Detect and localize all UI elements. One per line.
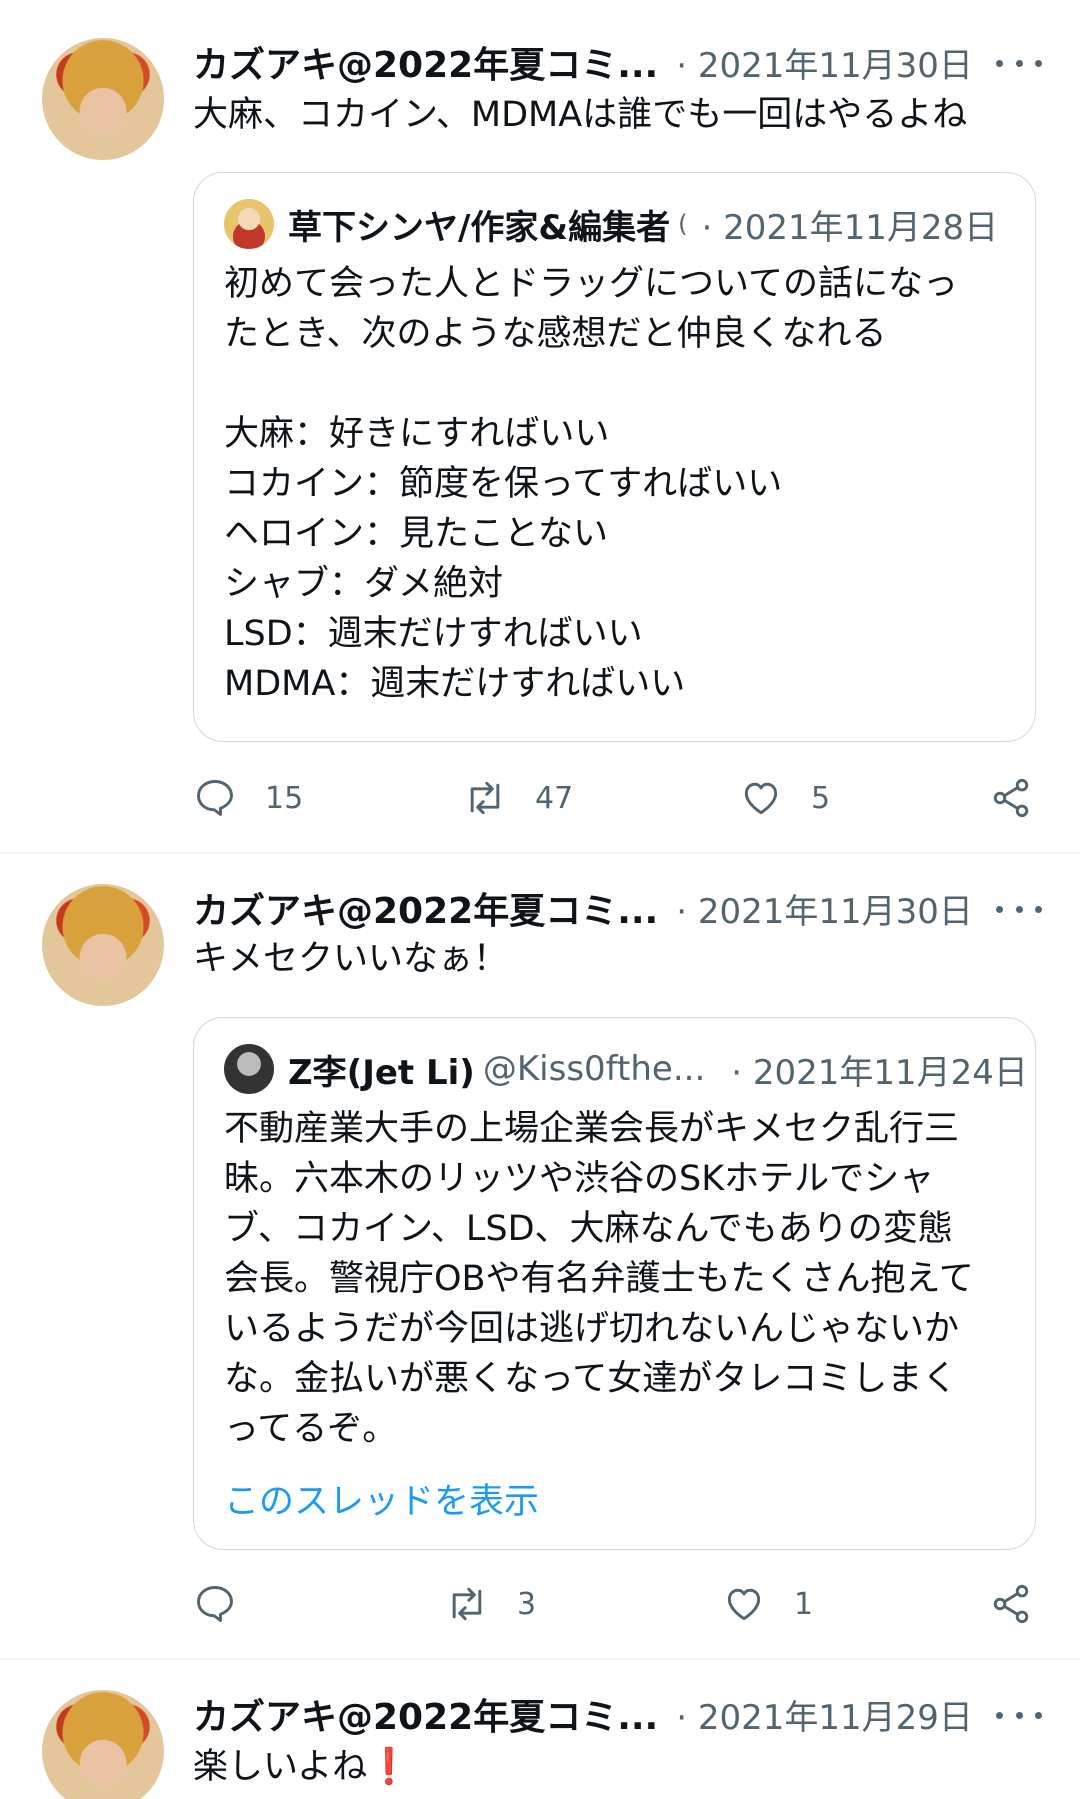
retweet-button[interactable]: 3 (445, 1574, 536, 1634)
author-name[interactable]: カズアキ@2022年夏コミ... (193, 36, 658, 88)
more-icon[interactable] (996, 1700, 1042, 1730)
share-button[interactable] (989, 768, 1033, 828)
heart-icon (727, 1588, 761, 1621)
share-button[interactable] (989, 1574, 1033, 1634)
retweet-count: 3 (517, 1586, 537, 1622)
quoted-tweet[interactable]: 草下シンヤ/作家&編集者 ( · 2021年11月28日 初めて会った人とドラッ… (193, 172, 1036, 742)
tweet-text: キメセクいいなぁ！ (193, 939, 509, 979)
tweet[interactable]: カズアキ@2022年夏コミ... · 2021年11月29日 楽しいよね❗ (0, 1660, 1080, 1799)
author-avatar[interactable] (42, 38, 164, 160)
author-name[interactable]: カズアキ@2022年夏コミ... (193, 882, 658, 934)
quoted-author-handle: @Kiss0fthe... (482, 1049, 706, 1089)
quoted-author-name: 草下シンヤ/作家&編集者 (288, 207, 671, 248)
tweet-text: 楽しいよね❗ (193, 1747, 411, 1787)
quoted-author-avatar[interactable] (224, 199, 274, 249)
quoted-line (224, 359, 958, 409)
author-name[interactable]: カズアキ@2022年夏コミ... (193, 1688, 658, 1740)
tweet-header: カズアキ@2022年夏コミ... · 2021年11月30日 (193, 884, 973, 932)
heart-icon (744, 782, 778, 815)
quoted-line: いるようだが今回は逃げ切れないんじゃないか (224, 1309, 960, 1349)
tweet-actions: 3 1 (193, 1574, 1036, 1634)
quoted-line: 会長。警視庁OBや有名弁護士もたくさん抱えて (224, 1259, 974, 1299)
quoted-line: 大麻：好きにすればいい (224, 414, 610, 454)
quoted-header: 草下シンヤ/作家&編集者 ( · 2021年11月28日 (224, 199, 999, 249)
reply-button[interactable] (193, 1574, 265, 1634)
share-icon (993, 778, 1029, 818)
quoted-line: 昧。六本木のリッツや渋谷のSKホテルでシャ (224, 1159, 935, 1199)
quoted-date: · 2021年11月28日 (701, 207, 999, 248)
like-button[interactable]: 1 (722, 1574, 813, 1634)
quoted-author-name: Z李(Jet Li) (288, 1052, 475, 1093)
retweet-icon (452, 1587, 482, 1621)
tweet-header: カズアキ@2022年夏コミ... · 2021年11月30日 (193, 38, 973, 86)
quoted-line: ってるぞ。 (224, 1409, 398, 1449)
share-icon (993, 1584, 1029, 1624)
quoted-author-handle: ( (678, 210, 688, 238)
like-count: 5 (811, 780, 831, 816)
quoted-tweet[interactable]: Z李(Jet Li) @Kiss0fthe... · 2021年11月24日 不… (193, 1017, 1036, 1550)
tweet-date[interactable]: · 2021年11月30日 (676, 38, 973, 87)
quoted-header: Z李(Jet Li) @Kiss0fthe... · 2021年11月24日 (224, 1044, 1028, 1094)
like-button[interactable]: 5 (739, 768, 830, 828)
author-avatar[interactable] (42, 884, 164, 1006)
show-thread-link[interactable]: このスレッドを表示 (224, 1473, 539, 1524)
quoted-line: シャブ：ダメ絶対 (224, 564, 503, 604)
quoted-line: LSD：週末だけすればいい (224, 614, 643, 654)
quoted-author-avatar[interactable] (224, 1044, 274, 1094)
quoted-line: ヘロイン：見たことない (224, 514, 608, 554)
retweet-button[interactable]: 47 (463, 768, 573, 828)
more-icon[interactable] (996, 894, 1042, 924)
quoted-text: 初めて会った人とドラッグについての話になっ たとき、次のような感想だと仲良くなれ… (224, 259, 958, 709)
tweet-text: 大麻、コカイン、MDMAは誰でも一回はやるよね (193, 95, 968, 135)
tweet[interactable]: カズアキ@2022年夏コミ... · 2021年11月30日 キメセクいいなぁ！… (0, 854, 1080, 1660)
retweet-icon (470, 781, 500, 815)
reply-count: 15 (265, 780, 304, 816)
quoted-line: 不動産業大手の上場企業会長がキメセク乱行三 (224, 1109, 960, 1149)
quoted-line: な。金払いが悪くなって女達がタレコミしまく (224, 1359, 958, 1399)
tweet-actions: 15 47 5 (193, 768, 1036, 828)
reply-icon (197, 1586, 233, 1622)
quoted-line: 初めて会った人とドラッグについての話になっ (224, 264, 958, 304)
quoted-line: ブ、コカイン、LSD、大麻なんでもありの変態 (224, 1209, 953, 1249)
quoted-line: MDMA：週末だけすればいい (224, 664, 686, 704)
tweet-header: カズアキ@2022年夏コミ... · 2021年11月29日 (193, 1690, 973, 1738)
tweet[interactable]: カズアキ@2022年夏コミ... · 2021年11月30日 大麻、コカイン、M… (0, 0, 1080, 850)
retweet-count: 47 (535, 780, 574, 816)
more-icon[interactable] (996, 48, 1042, 78)
tweet-date[interactable]: · 2021年11月30日 (676, 884, 973, 933)
quoted-date: · 2021年11月24日 (731, 1052, 1028, 1093)
quoted-line: たとき、次のような感想だと仲良くなれる (224, 314, 887, 354)
quoted-text: 不動産業大手の上場企業会長がキメセク乱行三 昧。六本木のリッツや渋谷のSKホテル… (224, 1104, 974, 1454)
like-count: 1 (794, 1586, 814, 1622)
author-avatar[interactable] (42, 1690, 164, 1799)
reply-icon (197, 780, 233, 816)
quoted-line: コカイン：節度を保ってすればいい (224, 464, 783, 504)
reply-button[interactable]: 15 (193, 768, 303, 828)
tweet-date[interactable]: · 2021年11月29日 (676, 1690, 973, 1739)
